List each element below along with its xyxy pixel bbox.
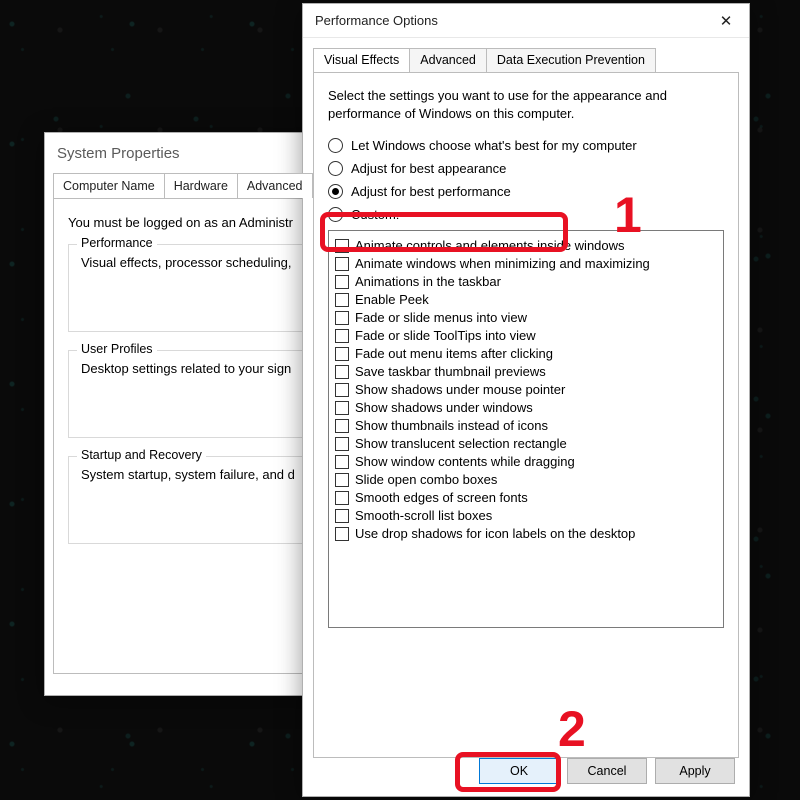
- radio-custom[interactable]: Custom:: [328, 207, 724, 222]
- checkbox-icon: [335, 401, 349, 415]
- checkbox-icon: [335, 239, 349, 253]
- tab-advanced-perf[interactable]: Advanced: [409, 48, 487, 72]
- radio-icon: [328, 161, 343, 176]
- radio-icon: [328, 138, 343, 153]
- check-label: Show window contents while dragging: [355, 454, 575, 469]
- tab-hardware[interactable]: Hardware: [164, 173, 238, 198]
- cancel-button[interactable]: Cancel: [567, 758, 647, 784]
- check-label: Animate controls and elements inside win…: [355, 238, 625, 253]
- check-row[interactable]: Fade or slide ToolTips into view: [335, 328, 717, 343]
- checkbox-icon: [335, 257, 349, 271]
- check-row[interactable]: Slide open combo boxes: [335, 472, 717, 487]
- performance-legend: Performance: [77, 236, 157, 250]
- performance-options-desc: Select the settings you want to use for …: [328, 87, 724, 122]
- radio-icon: [328, 184, 343, 199]
- check-label: Show thumbnails instead of icons: [355, 418, 548, 433]
- check-label: Fade or slide menus into view: [355, 310, 527, 325]
- checkbox-icon: [335, 347, 349, 361]
- startup-legend: Startup and Recovery: [77, 448, 206, 462]
- check-label: Show shadows under windows: [355, 400, 533, 415]
- tab-computer-name[interactable]: Computer Name: [53, 173, 165, 198]
- check-row[interactable]: Save taskbar thumbnail previews: [335, 364, 717, 379]
- performance-options-title: Performance Options: [315, 13, 438, 28]
- check-label: Smooth edges of screen fonts: [355, 490, 528, 505]
- check-label: Save taskbar thumbnail previews: [355, 364, 546, 379]
- checkbox-icon: [335, 491, 349, 505]
- radio-best-performance-label: Adjust for best performance: [351, 184, 511, 199]
- performance-options-titlebar: Performance Options ✕: [303, 4, 749, 38]
- check-label: Smooth-scroll list boxes: [355, 508, 492, 523]
- radio-let-windows-label: Let Windows choose what's best for my co…: [351, 138, 637, 153]
- check-row[interactable]: Smooth-scroll list boxes: [335, 508, 717, 523]
- radio-custom-label: Custom:: [351, 207, 399, 222]
- ok-button[interactable]: OK: [479, 758, 559, 784]
- radio-best-performance[interactable]: Adjust for best performance: [328, 184, 724, 199]
- performance-options-body: Select the settings you want to use for …: [313, 72, 739, 758]
- check-label: Enable Peek: [355, 292, 429, 307]
- check-row[interactable]: Animate controls and elements inside win…: [335, 238, 717, 253]
- check-label: Fade or slide ToolTips into view: [355, 328, 536, 343]
- check-row[interactable]: Show thumbnails instead of icons: [335, 418, 717, 433]
- tab-dep[interactable]: Data Execution Prevention: [486, 48, 656, 72]
- performance-options-footer: OK Cancel Apply: [479, 758, 735, 784]
- check-label: Show translucent selection rectangle: [355, 436, 567, 451]
- checkbox-icon: [335, 437, 349, 451]
- check-row[interactable]: Show translucent selection rectangle: [335, 436, 717, 451]
- radio-let-windows[interactable]: Let Windows choose what's best for my co…: [328, 138, 724, 153]
- checkbox-icon: [335, 329, 349, 343]
- checkbox-icon: [335, 275, 349, 289]
- check-label: Animations in the taskbar: [355, 274, 501, 289]
- check-row[interactable]: Animate windows when minimizing and maxi…: [335, 256, 717, 271]
- check-label: Slide open combo boxes: [355, 472, 497, 487]
- user-profiles-legend: User Profiles: [77, 342, 157, 356]
- check-label: Use drop shadows for icon labels on the …: [355, 526, 635, 541]
- checkbox-icon: [335, 293, 349, 307]
- check-row[interactable]: Fade out menu items after clicking: [335, 346, 717, 361]
- performance-options-window: Performance Options ✕ Visual Effects Adv…: [302, 3, 750, 797]
- tab-advanced[interactable]: Advanced: [237, 173, 313, 198]
- check-row[interactable]: Show window contents while dragging: [335, 454, 717, 469]
- apply-button[interactable]: Apply: [655, 758, 735, 784]
- check-row[interactable]: Smooth edges of screen fonts: [335, 490, 717, 505]
- checkbox-icon: [335, 473, 349, 487]
- checkbox-icon: [335, 419, 349, 433]
- checkbox-icon: [335, 383, 349, 397]
- radio-best-appearance[interactable]: Adjust for best appearance: [328, 161, 724, 176]
- check-row[interactable]: Show shadows under mouse pointer: [335, 382, 717, 397]
- check-label: Fade out menu items after clicking: [355, 346, 553, 361]
- check-label: Animate windows when minimizing and maxi…: [355, 256, 650, 271]
- checkbox-icon: [335, 509, 349, 523]
- check-row[interactable]: Show shadows under windows: [335, 400, 717, 415]
- check-row[interactable]: Animations in the taskbar: [335, 274, 717, 289]
- check-label: Show shadows under mouse pointer: [355, 382, 565, 397]
- check-row[interactable]: Enable Peek: [335, 292, 717, 307]
- radio-best-appearance-label: Adjust for best appearance: [351, 161, 506, 176]
- checkbox-icon: [335, 365, 349, 379]
- check-row[interactable]: Use drop shadows for icon labels on the …: [335, 526, 717, 541]
- radio-icon: [328, 207, 343, 222]
- performance-options-tabs: Visual Effects Advanced Data Execution P…: [303, 38, 749, 72]
- check-row[interactable]: Fade or slide menus into view: [335, 310, 717, 325]
- close-icon[interactable]: ✕: [703, 4, 749, 38]
- checkbox-icon: [335, 455, 349, 469]
- tab-visual-effects[interactable]: Visual Effects: [313, 48, 410, 72]
- desktop-background: System Properties Computer Name Hardware…: [0, 0, 800, 800]
- visual-effects-checklist[interactable]: Animate controls and elements inside win…: [328, 230, 724, 628]
- checkbox-icon: [335, 311, 349, 325]
- system-properties-title: System Properties: [57, 145, 180, 162]
- checkbox-icon: [335, 527, 349, 541]
